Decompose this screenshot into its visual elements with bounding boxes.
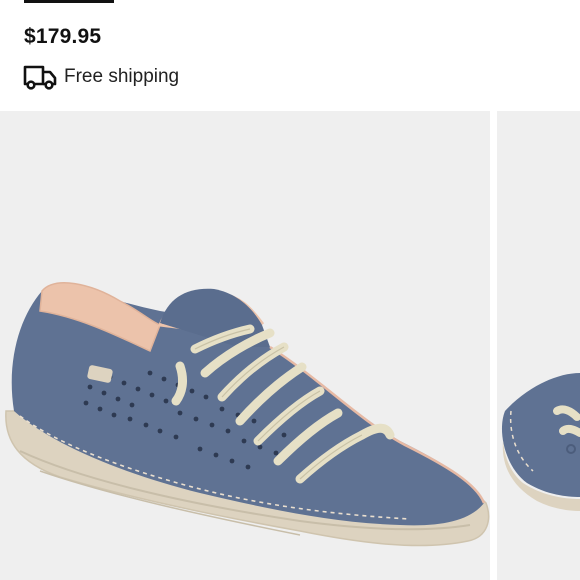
product-image-gallery[interactable] bbox=[0, 111, 580, 580]
product-next-image[interactable] bbox=[497, 111, 580, 580]
product-detail-page: $179.95 Free shipping bbox=[0, 0, 580, 580]
shipping-info: Free shipping bbox=[23, 63, 179, 91]
shipping-label: Free shipping bbox=[64, 66, 180, 87]
product-price: $179.95 bbox=[24, 25, 102, 48]
product-main-image[interactable] bbox=[0, 111, 490, 580]
delivery-truck-icon bbox=[23, 63, 57, 91]
active-tab-underline bbox=[24, 0, 114, 3]
